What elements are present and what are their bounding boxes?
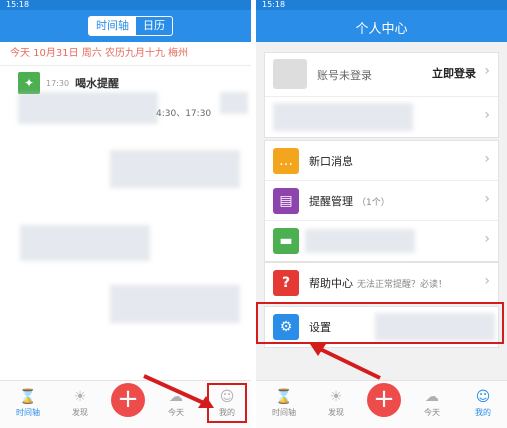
profile-card[interactable]: 账号未登录 立即登录 › › [264, 52, 499, 138]
nav-timeline[interactable]: ⌛ 时间轴 [264, 387, 304, 418]
blurred-area [305, 229, 415, 253]
tab-group: 时间轴 日历 [88, 16, 173, 36]
nav-mine-label: 我的 [475, 408, 491, 417]
chevron-right-icon: › [484, 63, 490, 79]
page-title: 个人中心 [355, 22, 408, 37]
status-bar: 15:18 [256, 0, 507, 10]
blurred-area [273, 103, 413, 131]
reminder-item[interactable]: ✦ 17:30 喝水提醒 [18, 72, 119, 94]
menu-label-text: 帮助中心 [309, 277, 353, 290]
clipboard-icon: ▤ [273, 188, 299, 214]
top-bar: 时间轴 日历 [0, 10, 251, 42]
status-time: 15:18 [6, 0, 30, 9]
account-status: 账号未登录 [317, 69, 372, 82]
blurred-area [18, 92, 158, 124]
nav-mine[interactable]: ☺ 我的 [463, 387, 503, 418]
nav-timeline-label: 时间轴 [272, 408, 296, 417]
arrow-icon [310, 344, 381, 380]
status-bar: 15:18 [0, 0, 251, 10]
blurred-area [220, 92, 248, 114]
profile-row[interactable]: 账号未登录 立即登录 › [265, 53, 498, 97]
bottom-nav: ⌛ 时间轴 ☀ 发现 + ☁ 今天 ☺ 我的 [256, 380, 507, 428]
tab-timeline[interactable]: 时间轴 [89, 17, 136, 35]
nav-today-label: 今天 [424, 408, 440, 417]
add-button[interactable]: + [367, 383, 401, 417]
cup-icon: ✦ [18, 72, 40, 94]
folder-icon: ▬ [273, 228, 299, 254]
chevron-right-icon: › [484, 107, 490, 123]
menu-label-text: 提醒管理 [309, 195, 353, 208]
message-icon: … [273, 148, 299, 174]
reminder-title: 喝水提醒 [75, 77, 120, 90]
question-icon: ? [273, 270, 299, 296]
nav-discover-label: 发现 [328, 408, 344, 417]
menu-row-reminders[interactable]: ▤ 提醒管理 （1个） › [265, 181, 498, 221]
nav-today[interactable]: ☁ 今天 [412, 387, 452, 418]
nav-discover-label: 发现 [72, 408, 88, 417]
nav-discover[interactable]: ☀ 发现 [316, 387, 356, 418]
chevron-right-icon: › [484, 191, 490, 207]
blurred-area [110, 150, 240, 188]
date-line: 今天 10月31日 周六 农历九月十九 梅州 [0, 42, 251, 66]
hourglass-icon: ⌛ [19, 389, 37, 405]
menu-sub: （1个） [357, 198, 390, 208]
reminder-time: 17:30 [46, 78, 70, 88]
user-icon: ☺ [475, 389, 491, 405]
menu-label: 提醒管理 （1个） [309, 193, 390, 209]
bulb-icon: ☀ [73, 389, 87, 405]
menu-label: 帮助中心 无法正常提醒？必读！ [309, 275, 447, 291]
avatar [273, 59, 307, 89]
hourglass-icon: ⌛ [275, 389, 293, 405]
chevron-right-icon: › [484, 151, 490, 167]
status-time: 15:18 [262, 0, 286, 9]
bulb-icon: ☀ [329, 389, 343, 405]
nav-timeline[interactable]: ⌛ 时间轴 [8, 387, 48, 418]
timeline-screen: 15:18 时间轴 日历 今天 10月31日 周六 农历九月十九 梅州 ✦ 17… [0, 0, 251, 428]
chevron-right-icon: › [484, 231, 490, 247]
menu-label: 新口消息 [309, 155, 353, 168]
chevron-right-icon: › [484, 273, 490, 289]
reminder-times: 4:30、17:30 [156, 109, 212, 119]
tab-calendar[interactable]: 日历 [136, 17, 172, 35]
today-icon: ☁ [425, 389, 439, 405]
list-item[interactable]: › [265, 97, 498, 137]
menu-card: … 新口消息 › ▤ 提醒管理 （1个） › ▬ › [264, 140, 499, 262]
blurred-area [20, 225, 150, 261]
help-card: ? 帮助中心 无法正常提醒？必读！ › [264, 262, 499, 304]
login-button[interactable]: 立即登录 [432, 65, 476, 81]
top-bar: 个人中心 [256, 10, 507, 42]
nav-discover[interactable]: ☀ 发现 [60, 387, 100, 418]
blurred-area [110, 285, 240, 323]
arrow-icon [143, 374, 214, 408]
menu-sub: 无法正常提醒？必读！ [357, 280, 448, 290]
menu-row-messages[interactable]: … 新口消息 › [265, 141, 498, 181]
menu-row-folder[interactable]: ▬ › [265, 221, 498, 261]
nav-timeline-label: 时间轴 [16, 408, 40, 417]
menu-row-help[interactable]: ? 帮助中心 无法正常提醒？必读！ › [265, 263, 498, 303]
